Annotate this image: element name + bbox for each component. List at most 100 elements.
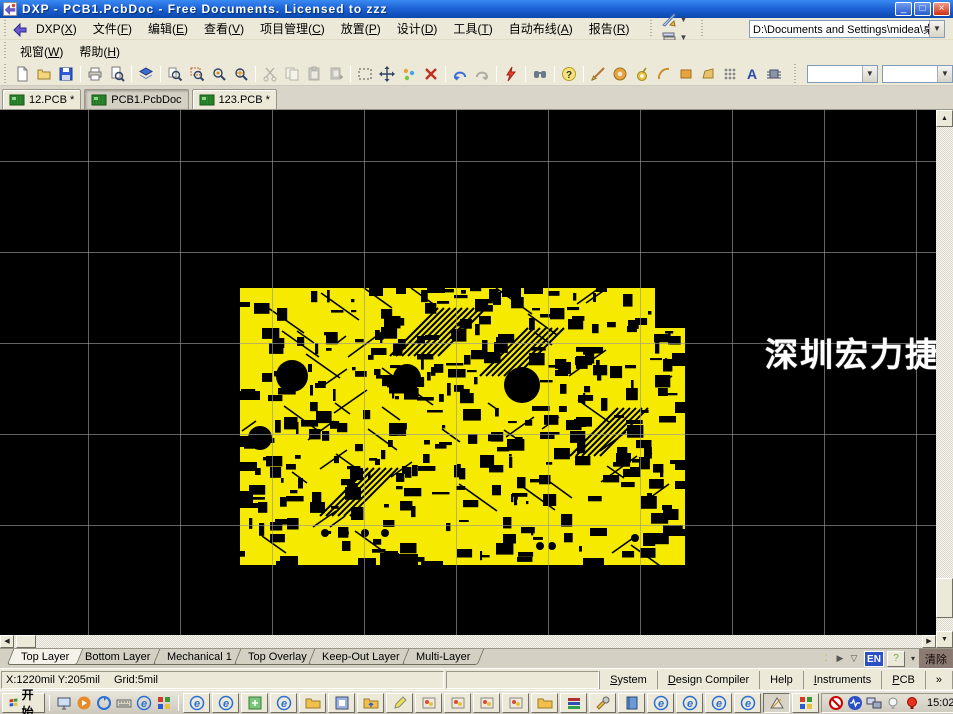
vertical-scrollbar[interactable]: ▲ ▼ [936, 110, 953, 648]
scroll-up-icon[interactable]: ▲ [936, 110, 953, 127]
panel-tab-»[interactable]: » [926, 671, 953, 689]
menu-item-5[interactable]: 放置(P) [333, 20, 389, 38]
menu-item-row2-1[interactable]: 帮助(H) [71, 43, 128, 61]
menu-item-7[interactable]: 工具(T) [445, 20, 500, 38]
new-button[interactable] [11, 64, 33, 84]
chevron-down-icon[interactable]: ▼ [929, 21, 944, 37]
paste-array-button[interactable] [325, 64, 347, 84]
scroll-right-icon[interactable]: ▶ [922, 635, 936, 648]
panel-tab-system[interactable]: System [600, 671, 658, 689]
task-button-paint-8[interactable] [415, 693, 442, 713]
quick-launch-ie[interactable]: e [134, 693, 154, 713]
doc-tab-2[interactable]: 123.PCB * [192, 89, 277, 109]
zoom-point-button[interactable] [208, 64, 230, 84]
quick-launch-media-player[interactable] [74, 693, 94, 713]
task-button-ie-1[interactable]: e [212, 693, 239, 713]
language-bar-en[interactable]: EN [864, 651, 884, 667]
task-button-folder-4[interactable] [299, 693, 326, 713]
layer-tab-5[interactable]: Multi-Layer [402, 649, 485, 665]
menu-item-row2-0[interactable]: 视窗(W) [12, 43, 71, 61]
cut-button[interactable] [259, 64, 281, 84]
task-button-ie-18[interactable]: e [705, 693, 732, 713]
layer-tab-1[interactable]: Bottom Layer [71, 649, 165, 665]
task-button-paint-10[interactable] [473, 693, 500, 713]
place-fill-button[interactable] [675, 64, 697, 84]
place-string-button[interactable]: A [741, 64, 763, 84]
quick-launch-show-desktop[interactable] [54, 693, 74, 713]
language-help-icon[interactable]: ? [887, 651, 905, 667]
toolbar-grip[interactable] [3, 64, 8, 82]
tray-mute-red[interactable] [828, 695, 844, 711]
zoom-area-button[interactable] [186, 64, 208, 84]
browse-layers-button[interactable] [135, 64, 157, 84]
panel-tab-instruments[interactable]: Instruments [804, 671, 882, 689]
task-button-folder-12[interactable] [531, 693, 558, 713]
task-button-paint-9[interactable] [444, 693, 471, 713]
start-button[interactable]: 开始 [2, 693, 45, 713]
place-line-button[interactable] [587, 64, 609, 84]
task-button-ie-16[interactable]: e [647, 693, 674, 713]
horizontal-scrollbar[interactable]: ◀ ▶ [0, 635, 936, 648]
net-filter-combobox[interactable]: ▼ [807, 65, 878, 83]
place-component-button[interactable] [763, 64, 785, 84]
task-button-ie-19[interactable]: e [734, 693, 761, 713]
print-preview-button[interactable] [106, 64, 128, 84]
menu-item-6[interactable]: 设计(D) [389, 20, 446, 38]
task-button-notebook-15[interactable] [618, 693, 645, 713]
help-button[interactable]: ? [558, 64, 580, 84]
mask-clear-button[interactable]: 清除 [919, 649, 953, 668]
task-button-books-13[interactable] [560, 693, 587, 713]
scroll-left-icon[interactable]: ◀ [0, 635, 14, 648]
undo-button[interactable] [449, 64, 471, 84]
copy-button[interactable] [281, 64, 303, 84]
task-button-ie-17[interactable]: e [676, 693, 703, 713]
snap-dots-icon[interactable]: ⁚ [819, 652, 833, 666]
filter-icon[interactable]: ▽ [847, 652, 861, 666]
panel-tab-design-compiler[interactable]: Design Compiler [658, 671, 760, 689]
clear-filter-button[interactable] [420, 64, 442, 84]
zoom-document-button[interactable] [164, 64, 186, 84]
paste-button[interactable] [303, 64, 325, 84]
task-button-recycle-2[interactable] [241, 693, 268, 713]
toolbar-grip[interactable] [700, 20, 706, 37]
save-button[interactable] [55, 64, 77, 84]
toolbar-grip[interactable] [793, 64, 798, 82]
place-via-button[interactable] [631, 64, 653, 84]
task-button-paint-11[interactable] [502, 693, 529, 713]
zoom-selection-button[interactable] [230, 64, 252, 84]
place-pad-button[interactable] [609, 64, 631, 84]
select-area-button[interactable] [354, 64, 376, 84]
play-icon[interactable]: ▶ [833, 652, 847, 666]
horizontal-scroll-thumb[interactable] [16, 635, 36, 648]
place-array-button[interactable] [719, 64, 741, 84]
chevron-down-icon[interactable]: ▼ [862, 66, 877, 82]
tray-network[interactable] [866, 695, 882, 711]
panel-tab-pcb[interactable]: PCB [882, 671, 926, 689]
task-button-dxp-20[interactable] [763, 693, 790, 713]
menu-item-0[interactable]: DXP(X) [28, 20, 85, 38]
scroll-down-icon[interactable]: ▼ [936, 631, 953, 648]
move-button[interactable] [376, 64, 398, 84]
toolbar-grip[interactable] [3, 20, 9, 37]
quick-launch-keyboard[interactable] [114, 693, 134, 713]
maximize-button[interactable]: □ [914, 2, 931, 16]
task-button-folder-up-6[interactable] [357, 693, 384, 713]
quick-launch-windows[interactable] [154, 693, 174, 713]
panel-tab-help[interactable]: Help [760, 671, 804, 689]
toolbar-grip[interactable] [649, 20, 655, 37]
task-button-toys-21[interactable] [792, 693, 819, 713]
task-button-pen-7[interactable] [386, 693, 413, 713]
setsquare-tool-dropdown-button[interactable]: ▼ [658, 11, 690, 29]
layer-tab-4[interactable]: Keep-Out Layer [308, 649, 414, 665]
redo-button[interactable] [471, 64, 493, 84]
close-button[interactable]: × [933, 2, 950, 16]
place-polygon-button[interactable] [697, 64, 719, 84]
task-button-tools-14[interactable] [589, 693, 616, 713]
layer-tab-0[interactable]: Top Layer [7, 649, 84, 665]
task-button-ie-0[interactable]: e [183, 693, 210, 713]
layer-tab-2[interactable]: Mechanical 1 [153, 649, 246, 665]
doc-tab-1[interactable]: PCB1.PcbDoc [84, 89, 188, 109]
document-path-combobox[interactable]: D:\Documents and Settings\midea\桌面 ▼ [749, 20, 945, 38]
menu-item-8[interactable]: 自动布线(A) [501, 20, 581, 38]
chevron-down-icon[interactable]: ▼ [937, 66, 952, 82]
